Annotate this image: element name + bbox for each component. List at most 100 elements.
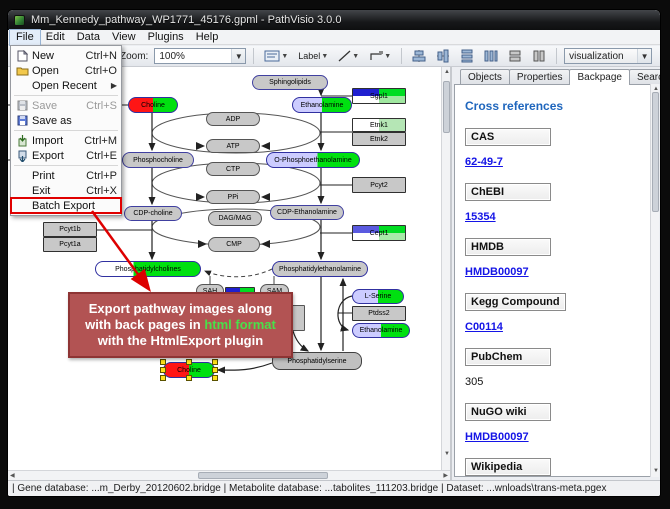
file-menu-item-export[interactable]: ExportCtrl+E — [11, 148, 121, 163]
xref-header[interactable]: Kegg Compound — [465, 293, 566, 311]
node-ethanolamine[interactable]: Ethanolamine — [352, 323, 410, 338]
node-ctp[interactable]: CTP — [206, 162, 260, 176]
node-label: Ethanolamine — [360, 327, 403, 334]
xref-link[interactable]: HMDB00097 — [465, 431, 529, 443]
chevron-down-icon[interactable]: ▼ — [384, 53, 391, 60]
file-menu-item-open-recent[interactable]: Open Recent▶ — [11, 78, 121, 93]
menu-item-label: Open — [32, 65, 59, 77]
node-cdp-choline[interactable]: CDP-choline — [124, 206, 182, 221]
canvas-vertical-scrollbar[interactable]: ▲ ▼ — [441, 67, 450, 470]
xref-link[interactable]: C00114 — [465, 321, 503, 333]
scroll-down-icon[interactable]: ▼ — [653, 467, 659, 476]
align-center-y-button[interactable] — [433, 48, 453, 65]
xref-header[interactable]: PubChem — [465, 348, 551, 366]
node-ptdss2[interactable]: Ptdss2 — [352, 306, 406, 321]
toolbar-separator — [556, 48, 557, 64]
node-pcyt1b[interactable]: Pcyt1b — [43, 222, 97, 237]
chevron-down-icon[interactable]: ▼ — [281, 53, 288, 60]
menu-separator — [14, 130, 118, 131]
file-menu-item-save-as[interactable]: Save as — [11, 113, 121, 128]
scrollbar-thumb[interactable] — [198, 472, 328, 479]
menu-item-label: Open Recent — [32, 80, 97, 92]
add-line-button[interactable]: ▼ — [335, 48, 362, 65]
xref-link[interactable]: 62-49-7 — [465, 156, 503, 168]
menu-item-label: Exit — [32, 185, 50, 197]
file-menu-item-print[interactable]: PrintCtrl+P — [11, 168, 121, 183]
zoom-combobox[interactable]: 100% ▼ — [154, 48, 246, 64]
node-sgpl1[interactable]: Sgpl1 — [352, 88, 406, 104]
add-shape-button[interactable]: ▼ — [366, 48, 394, 65]
file-menu-item-exit[interactable]: ExitCtrl+X — [11, 183, 121, 198]
xref-header[interactable]: ChEBI — [465, 183, 551, 201]
selection-handle[interactable] — [212, 375, 218, 381]
tab-objects[interactable]: Objects — [460, 69, 510, 84]
xref-link[interactable]: 15354 — [465, 211, 496, 223]
node-choline[interactable]: Choline — [128, 97, 178, 113]
menu-data[interactable]: Data — [71, 30, 106, 45]
tab-properties[interactable]: Properties — [509, 69, 571, 84]
selection-handle[interactable] — [160, 367, 166, 373]
chevron-down-icon[interactable]: ▼ — [637, 49, 651, 63]
selection-handle[interactable] — [160, 375, 166, 381]
xref-header[interactable]: Wikipedia — [465, 458, 551, 476]
scrollbar-thumb[interactable] — [652, 92, 659, 212]
file-menu-item-import[interactable]: ImportCtrl+M — [11, 133, 121, 148]
panel-vertical-scrollbar[interactable]: ▲ ▼ — [650, 84, 659, 477]
align-center-y-icon — [436, 49, 450, 63]
node-cept1[interactable]: Cept1 — [352, 225, 406, 241]
node-cdp-ethanolamine[interactable]: CDP-Ethanolamine — [270, 205, 344, 220]
menu-item-shortcut: Ctrl+M — [84, 135, 117, 147]
node-sphingolipids[interactable]: Sphingolipids — [252, 75, 328, 90]
distribute-vertical-button[interactable] — [457, 48, 477, 65]
xref-header[interactable]: CAS — [465, 128, 551, 146]
tab-search[interactable]: Search — [629, 69, 660, 84]
menu-view[interactable]: View — [106, 30, 142, 45]
node-adp[interactable]: ADP — [206, 112, 260, 126]
chevron-down-icon[interactable]: ▼ — [231, 49, 245, 63]
scrollbar-thumb[interactable] — [443, 81, 450, 133]
distribute-horizontal-button[interactable] — [481, 48, 501, 65]
selection-handle[interactable] — [212, 367, 218, 373]
title-bar[interactable]: Mm_Kennedy_pathway_WP1771_45176.gpml - P… — [8, 10, 660, 30]
tab-backpage[interactable]: Backpage — [569, 69, 629, 85]
menu-file[interactable]: File — [10, 30, 40, 45]
node-ethanolamine[interactable]: Ethanolamine — [292, 97, 352, 113]
add-datanode-button[interactable]: ▼ — [261, 48, 291, 65]
add-label-button[interactable]: Label ▼ — [295, 48, 331, 65]
node-cmp[interactable]: CMP — [208, 237, 260, 252]
common-height-button[interactable] — [529, 48, 549, 65]
node-phosphocholine[interactable]: Phosphocholine — [122, 152, 194, 168]
xref-link[interactable]: HMDB00097 — [465, 266, 529, 278]
selection-handle[interactable] — [160, 359, 166, 365]
file-menu-item-save[interactable]: SaveCtrl+S — [11, 98, 121, 113]
chevron-down-icon[interactable]: ▼ — [352, 53, 359, 60]
file-menu-item-new[interactable]: NewCtrl+N — [11, 48, 121, 63]
node-dag-mag[interactable]: DAG/MAG — [208, 211, 262, 226]
node-pcyt1a[interactable]: Pcyt1a — [43, 237, 97, 252]
xref-header[interactable]: NuGO wiki — [465, 403, 551, 421]
node-phosphatidylethanolamine[interactable]: Phosphatidylethanolamine — [272, 261, 368, 277]
menu-edit[interactable]: Edit — [40, 30, 71, 45]
common-width-button[interactable] — [505, 48, 525, 65]
selection-handle[interactable] — [186, 375, 192, 381]
file-menu-item-open[interactable]: OpenCtrl+O — [11, 63, 121, 78]
visualization-combobox[interactable]: visualization ▼ — [564, 48, 652, 64]
canvas-horizontal-scrollbar[interactable]: ◀ ▶ — [8, 470, 450, 480]
xref-header[interactable]: HMDB — [465, 238, 551, 256]
menu-help[interactable]: Help — [190, 30, 225, 45]
file-menu-item-batch-export[interactable]: Batch Export — [11, 198, 121, 213]
node-phosphatidylcholines[interactable]: Phosphatidylcholines — [95, 261, 201, 277]
selection-handle[interactable] — [186, 359, 192, 365]
node-etnk1[interactable]: Etnk1 — [352, 118, 406, 132]
align-center-x-button[interactable] — [409, 48, 429, 65]
node-atp[interactable]: ATP — [206, 139, 260, 153]
node-label: Ethanolamine — [301, 102, 344, 109]
node-ppi[interactable]: PPi — [206, 190, 260, 204]
node-etnk2[interactable]: Etnk2 — [352, 132, 406, 146]
node-pcyt2[interactable]: Pcyt2 — [352, 177, 406, 193]
menu-plugins[interactable]: Plugins — [142, 30, 190, 45]
node-l-serine[interactable]: L-Serine — [352, 289, 404, 304]
node-o-phosphoethanolamine[interactable]: O-Phosphoethanolamine — [266, 152, 360, 168]
chevron-down-icon[interactable]: ▼ — [321, 53, 328, 60]
selection-handle[interactable] — [212, 359, 218, 365]
